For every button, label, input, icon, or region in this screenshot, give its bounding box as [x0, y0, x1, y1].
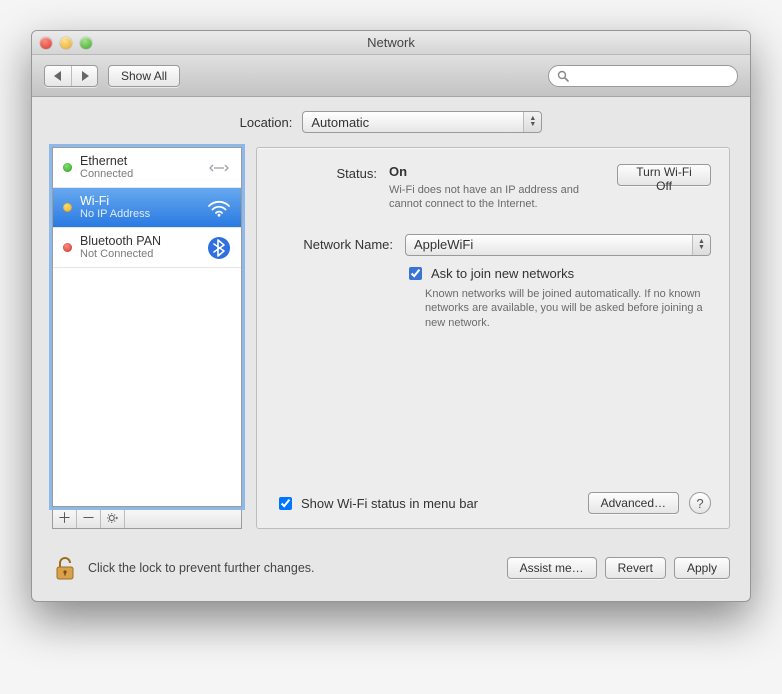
service-name: Wi-Fi	[80, 194, 197, 208]
lock-button[interactable]	[52, 553, 78, 583]
content-area: Location: Automatic ▲▼ EthernetConnected…	[32, 97, 750, 539]
service-list[interactable]: EthernetConnectedWi-FiNo IP AddressBluet…	[52, 147, 242, 507]
service-status: Connected	[80, 168, 197, 181]
network-name-label: Network Name:	[275, 237, 393, 252]
nav-segmented-control	[44, 65, 98, 87]
titlebar: Network	[32, 31, 750, 55]
status-value: On	[389, 164, 605, 179]
show-all-button[interactable]: Show All	[108, 65, 180, 87]
back-button[interactable]	[45, 66, 71, 86]
help-button[interactable]: ?	[689, 492, 711, 514]
location-row: Location: Automatic ▲▼	[52, 111, 730, 133]
triangle-left-icon	[54, 71, 63, 81]
network-name-value: AppleWiFi	[414, 237, 473, 252]
service-item-ethernet[interactable]: EthernetConnected	[53, 148, 241, 188]
popup-arrows-icon: ▲▼	[523, 112, 541, 132]
location-label: Location:	[240, 115, 293, 130]
status-row: Status: On Wi-Fi does not have an IP add…	[275, 164, 711, 212]
service-list-footer: ＋ －	[52, 507, 242, 529]
ask-join-row: Ask to join new networks	[405, 266, 711, 283]
zoom-window-button[interactable]	[80, 37, 92, 49]
search-icon	[557, 70, 569, 82]
minimize-window-button[interactable]	[60, 37, 72, 49]
toolbar: Show All	[32, 55, 750, 97]
panels: EthernetConnectedWi-FiNo IP AddressBluet…	[52, 147, 730, 529]
service-actions-button[interactable]	[101, 507, 125, 528]
unlocked-lock-icon	[54, 555, 76, 581]
ask-join-label: Ask to join new networks	[431, 266, 574, 281]
network-prefpane-window: Network Show All Location: Automatic ▲▼	[31, 30, 751, 602]
status-hint: Wi-Fi does not have an IP address and ca…	[389, 183, 605, 212]
triangle-right-icon	[80, 71, 89, 81]
service-name: Bluetooth PAN	[80, 234, 197, 248]
bottom-bar: Click the lock to prevent further change…	[32, 539, 750, 601]
search-field[interactable]	[548, 65, 738, 87]
apply-button[interactable]: Apply	[674, 557, 730, 579]
network-name-row: Network Name: AppleWiFi ▲▼	[275, 234, 711, 256]
search-input[interactable]	[575, 68, 734, 84]
advanced-button[interactable]: Advanced…	[588, 492, 679, 514]
ethernet-icon	[205, 157, 233, 179]
location-value: Automatic	[311, 115, 369, 130]
detail-footer: Show Wi-Fi status in menu bar Advanced… …	[275, 492, 711, 514]
gear-icon	[107, 511, 118, 525]
network-name-popup[interactable]: AppleWiFi ▲▼	[405, 234, 711, 256]
window-title: Network	[32, 35, 750, 50]
forward-button[interactable]	[71, 66, 97, 86]
status-dot-icon	[63, 203, 72, 212]
service-status: Not Connected	[80, 248, 197, 261]
service-sidebar: EthernetConnectedWi-FiNo IP AddressBluet…	[52, 147, 242, 529]
add-service-button[interactable]: ＋	[53, 507, 77, 528]
ask-join-checkbox[interactable]	[409, 267, 422, 280]
service-name: Ethernet	[80, 154, 197, 168]
service-item-bluetooth-pan[interactable]: Bluetooth PANNot Connected	[53, 228, 241, 268]
menubar-status-checkbox[interactable]	[279, 497, 292, 510]
traffic-lights	[40, 37, 92, 49]
popup-arrows-icon: ▲▼	[692, 235, 710, 255]
revert-button[interactable]: Revert	[605, 557, 666, 579]
status-dot-icon	[63, 243, 72, 252]
lock-message: Click the lock to prevent further change…	[88, 561, 315, 575]
service-detail-panel: Status: On Wi-Fi does not have an IP add…	[256, 147, 730, 529]
bluetooth-icon	[205, 237, 233, 259]
assist-me-button[interactable]: Assist me…	[507, 557, 597, 579]
remove-service-button[interactable]: －	[77, 507, 101, 528]
close-window-button[interactable]	[40, 37, 52, 49]
wifi-icon	[205, 197, 233, 219]
status-dot-icon	[63, 163, 72, 172]
service-status: No IP Address	[80, 208, 197, 221]
service-item-wi-fi[interactable]: Wi-FiNo IP Address	[53, 188, 241, 228]
menubar-status-label: Show Wi-Fi status in menu bar	[301, 496, 478, 511]
ask-join-hint: Known networks will be joined automatica…	[425, 287, 705, 332]
location-popup[interactable]: Automatic ▲▼	[302, 111, 542, 133]
turn-wifi-off-button[interactable]: Turn Wi-Fi Off	[617, 164, 711, 186]
status-label: Status:	[275, 164, 377, 212]
